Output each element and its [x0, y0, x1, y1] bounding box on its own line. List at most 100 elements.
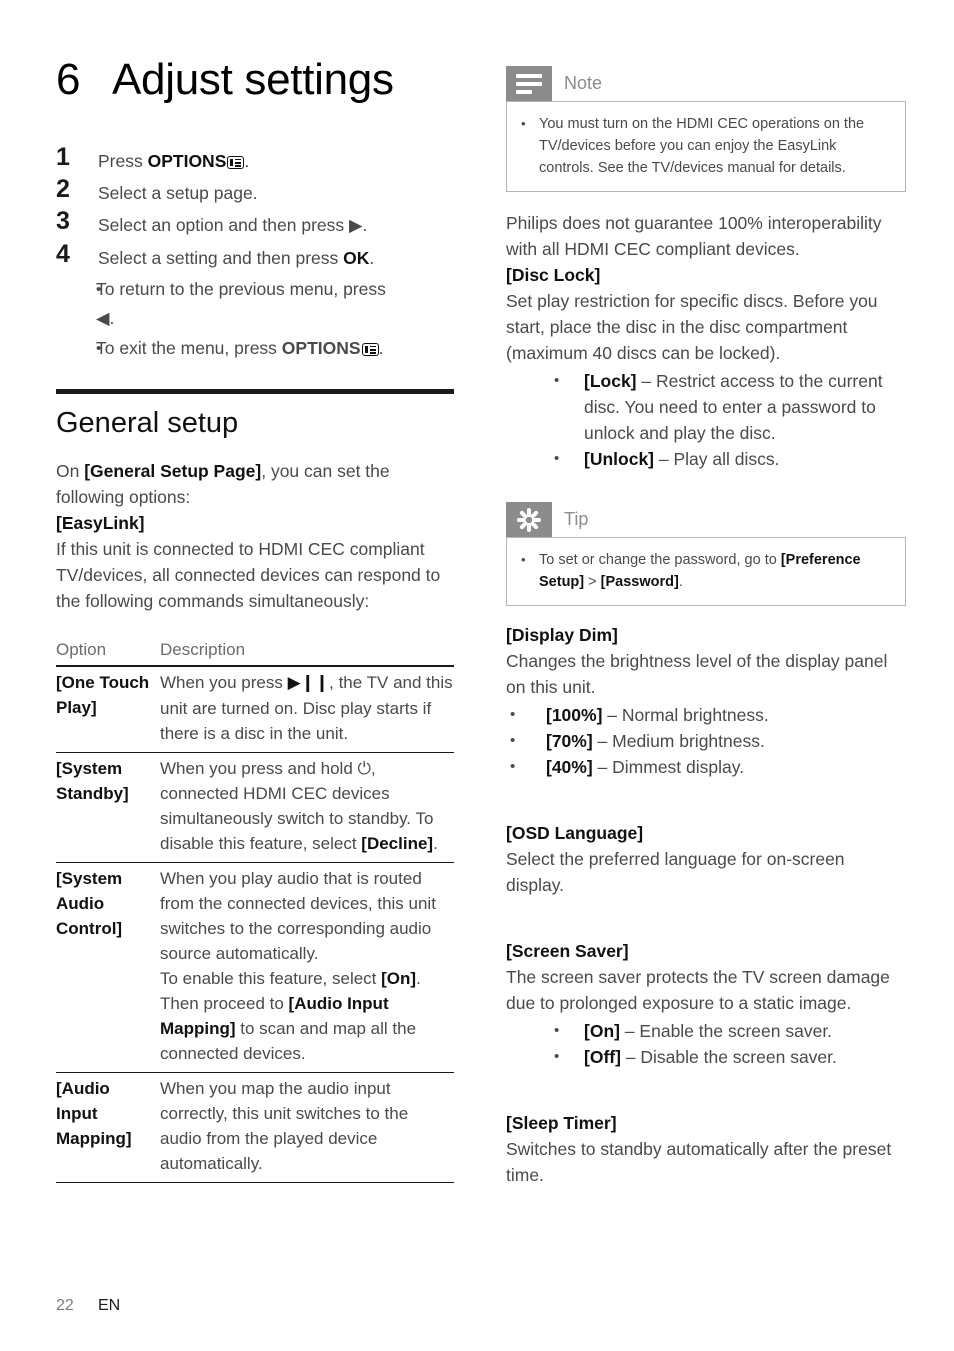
desc-part: .	[433, 833, 438, 853]
sub-bullet-0-text: To return to the previous menu, press	[96, 279, 386, 299]
table-row: [One Touch Play] When you press ▶❙❙, the…	[56, 666, 454, 753]
step-number: 1	[56, 143, 70, 171]
desc-bold-on: [On]	[381, 968, 417, 988]
chapter-number: 6	[56, 55, 81, 104]
tip-callout-body: • To set or change the password, go to […	[506, 537, 906, 606]
step-1: 1 Press OPTIONS.	[56, 143, 454, 176]
option-text: [On] – Enable the screen saver.	[584, 1018, 906, 1044]
bullet-dot: •	[521, 552, 526, 567]
row-option: [One Touch Play]	[56, 672, 150, 717]
tip-mid: >	[584, 574, 601, 590]
tip-label: Tip	[564, 509, 589, 529]
option-bold: [Unlock]	[584, 449, 654, 469]
options-icon	[227, 156, 245, 169]
disc-lock-options: • [Lock] – Restrict access to the curren…	[506, 368, 906, 472]
osd-language-body: Select the preferred language for on-scr…	[506, 849, 845, 895]
option-bold: [100%]	[546, 705, 603, 725]
note-text: You must turn on the HDMI CEC operations…	[539, 116, 865, 176]
sleep-timer-body: Switches to standby automatically after …	[506, 1139, 892, 1185]
display-dim-option-100: • [100%] – Normal brightness.	[506, 702, 906, 728]
tip-callout-header: Tip	[506, 502, 906, 537]
screen-saver-options: • [On] – Enable the screen saver. • [Off…	[506, 1018, 906, 1070]
option-text: [Lock] – Restrict access to the current …	[584, 368, 906, 446]
screen-saver-body: The screen saver protects the TV screen …	[506, 967, 890, 1013]
tip-item: • To set or change the password, go to […	[521, 549, 891, 593]
step-4-post: .	[369, 248, 375, 268]
step-4-bold: OK	[343, 248, 370, 268]
note-lines-icon	[516, 73, 542, 94]
tip-callout: Tip • To set or change the password, go …	[506, 502, 906, 606]
table-header-option: Option	[56, 633, 160, 667]
option-bold: [On]	[584, 1021, 620, 1041]
tip-text: To set or change the password, go to [Pr…	[539, 549, 891, 593]
general-setup-intro: On [General Setup Page], you can set the…	[56, 458, 454, 510]
note-callout-body: • You must turn on the HDMI CEC operatio…	[506, 101, 906, 192]
screen-saver-term: [Screen Saver]	[506, 941, 629, 961]
display-dim-term: [Display Dim]	[506, 625, 618, 645]
section-title: General setup	[56, 407, 239, 439]
table-row: [System Audio Control] When you play aud…	[56, 862, 454, 1073]
note-label: Note	[564, 73, 603, 93]
bullet-dot: •	[554, 450, 560, 467]
step-number: 4	[56, 240, 70, 268]
display-dim-body: Changes the brightness level of the disp…	[506, 651, 888, 697]
tip-post: .	[678, 574, 683, 590]
bullet-dot: •	[510, 732, 516, 749]
bullet-dot: •	[96, 340, 102, 357]
bullet-dot: •	[510, 758, 516, 775]
sub-bullet-1-bold: OPTIONS	[281, 338, 361, 358]
row-description: When you map the audio input correctly, …	[160, 1078, 409, 1173]
option-text: [70%] – Medium brightness.	[546, 728, 906, 754]
sub-bullet-text: To return to the previous menu, press ◀.	[96, 275, 454, 334]
disc-lock-term: [Disc Lock]	[506, 265, 601, 285]
bullet-dot: •	[96, 281, 102, 298]
footer-language: EN	[98, 1297, 121, 1314]
left-column: 6 Adjust settings 1 Press OPTIONS. 2 Sel…	[56, 0, 454, 1183]
row-option: [System Audio Control]	[56, 868, 123, 938]
option-desc: – Normal brightness.	[602, 705, 769, 725]
row-option: [System Standby]	[56, 758, 129, 803]
desc-part: When you press	[160, 672, 288, 692]
row-description: When you play audio that is routed from …	[160, 862, 454, 1072]
row-option: [Audio Input Mapping]	[56, 1078, 132, 1148]
footer-page-number: 22	[56, 1297, 74, 1314]
step-1-post: .	[244, 151, 250, 171]
tip-icon-box	[506, 502, 552, 537]
intro-pre: On	[56, 460, 85, 481]
step-3-pre: Select an option and then press	[98, 215, 350, 235]
bullet-dot: •	[554, 372, 560, 389]
option-text: [Off] – Disable the screen saver.	[584, 1044, 906, 1070]
step-3-post: .	[362, 215, 368, 235]
step-3: 3 Select an option and then press ▶.	[56, 207, 454, 241]
section-divider-rule	[56, 389, 454, 394]
option-desc: – Play all discs.	[654, 449, 780, 469]
options-icon	[361, 343, 379, 356]
sleep-timer-term: [Sleep Timer]	[506, 1113, 617, 1133]
sub-bullet-1-pre: To exit the menu, press	[96, 338, 282, 358]
display-dim-options: • [100%] – Normal brightness. • [70%] – …	[506, 702, 906, 780]
step-text: Select a setup page.	[98, 183, 258, 203]
step-number: 3	[56, 207, 70, 235]
option-desc: – Enable the screen saver.	[619, 1021, 833, 1041]
play-right-arrow-icon: ▶	[349, 216, 363, 236]
option-desc: – Medium brightness.	[592, 731, 765, 751]
starburst-icon	[517, 507, 541, 532]
sub-bullet-0-post: .	[109, 308, 115, 328]
note-callout-header: Note	[506, 66, 906, 101]
bullet-dot: •	[554, 1048, 560, 1065]
sub-bullet-exit: • To exit the menu, press OPTIONS.	[56, 334, 454, 363]
step-text: Press OPTIONS.	[98, 146, 454, 176]
step-4: 4 Select a setting and then press OK.	[56, 240, 454, 273]
numbered-steps: 1 Press OPTIONS. 2 Select a setup page. …	[56, 143, 454, 363]
sub-bullet-1-post: .	[378, 338, 384, 358]
tip-pre: To set or change the password, go to	[539, 552, 781, 568]
step-1-pre: Press	[98, 151, 148, 171]
option-bold: [Off]	[584, 1047, 621, 1067]
disc-lock-option-lock: • [Lock] – Restrict access to the curren…	[506, 368, 906, 446]
step-2: 2 Select a setup page.	[56, 175, 454, 208]
table-header-row: Option Description	[56, 633, 454, 667]
option-desc: – Dimmest display.	[592, 757, 745, 777]
note-callout: Note • You must turn on the HDMI CEC ope…	[506, 66, 906, 192]
note-item: • You must turn on the HDMI CEC operatio…	[521, 113, 891, 179]
screen-saver-option-off: • [Off] – Disable the screen saver.	[506, 1044, 906, 1070]
